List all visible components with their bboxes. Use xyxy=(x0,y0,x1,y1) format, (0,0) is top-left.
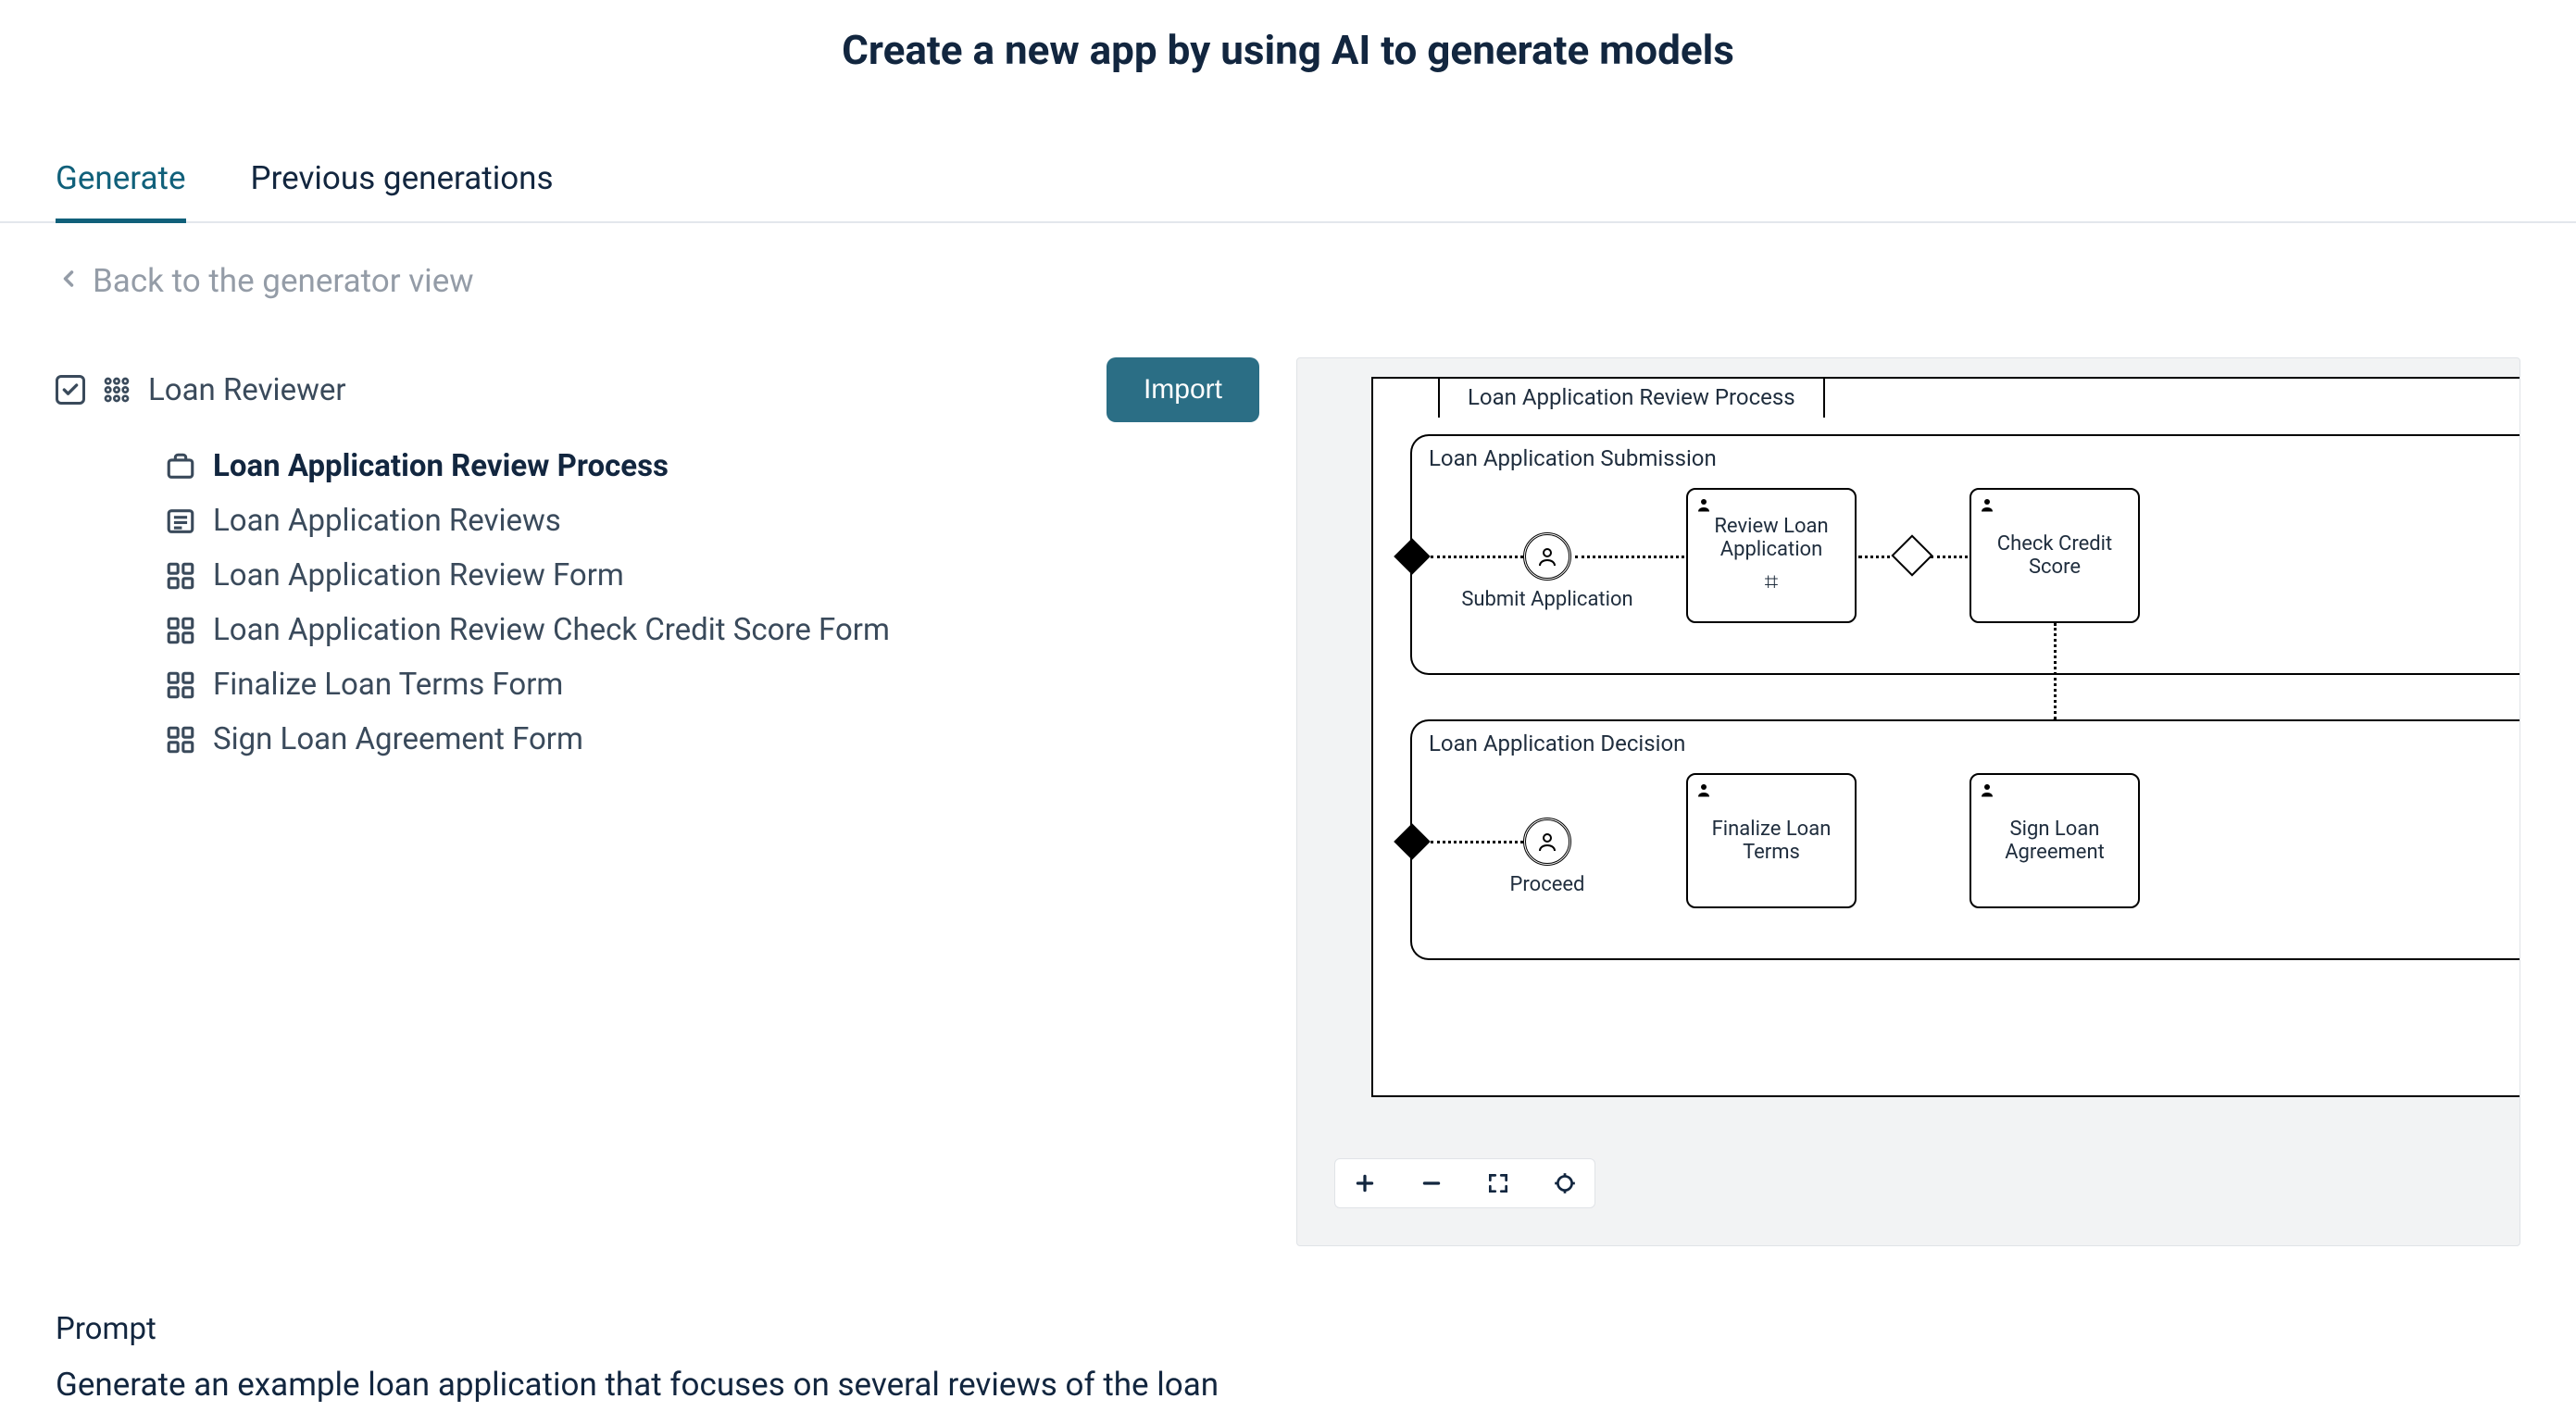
sequence-flow xyxy=(1431,841,1523,843)
task-review-loan-application[interactable]: Review Loan Application ⌗ xyxy=(1686,488,1857,623)
import-button[interactable]: Import xyxy=(1107,357,1259,422)
task-label: Check Credit Score xyxy=(1979,532,2131,579)
lane-submission: Loan Application Submission Submit Appli… xyxy=(1410,434,2520,675)
back-to-generator-link[interactable]: Back to the generator view xyxy=(0,223,2576,300)
list-icon xyxy=(165,506,196,537)
tree-item-label: Loan Application Reviews xyxy=(213,503,561,539)
start-event-icon xyxy=(1394,823,1431,860)
user-task-icon xyxy=(1695,495,1712,518)
tree-root-label: Loan Reviewer xyxy=(148,372,346,408)
tree-item[interactable]: Finalize Loan Terms Form xyxy=(165,657,1259,712)
task-check-credit-score[interactable]: Check Credit Score xyxy=(1970,488,2140,623)
user-task-icon xyxy=(1979,781,1995,804)
tree-item[interactable]: Sign Loan Agreement Form xyxy=(165,712,1259,767)
actor-label: Proceed xyxy=(1455,873,1640,896)
task-sign-loan-agreement[interactable]: Sign Loan Agreement xyxy=(1970,773,2140,908)
sequence-flow xyxy=(1431,556,1523,558)
form-icon xyxy=(165,560,196,592)
zoom-toolbar xyxy=(1334,1158,1595,1208)
zoom-out-icon[interactable] xyxy=(1417,1168,1446,1198)
subprocess-marker-icon: ⌗ xyxy=(1765,568,1779,597)
chevron-left-icon xyxy=(56,262,81,300)
task-label: Sign Loan Agreement xyxy=(1979,818,2131,864)
apps-grid-icon xyxy=(102,375,131,405)
lane-decision: Loan Application Decision Proceed Finali… xyxy=(1410,719,2520,960)
tree-item-label: Sign Loan Agreement Form xyxy=(213,721,583,757)
task-label: Finalize Loan Terms xyxy=(1695,818,1847,864)
prompt-section: Prompt Generate an example loan applicat… xyxy=(0,1246,2576,1404)
tree-item-label: Finalize Loan Terms Form xyxy=(213,667,563,703)
tree-item-label: Loan Application Review Process xyxy=(213,448,669,484)
tree-item-label: Loan Application Review Check Credit Sco… xyxy=(213,612,890,648)
recenter-icon[interactable] xyxy=(1550,1168,1580,1198)
tree-item-label: Loan Application Review Form xyxy=(213,557,624,593)
actor-icon xyxy=(1523,532,1571,581)
model-tree: Loan Reviewer Import Loan Application Re… xyxy=(56,357,1259,1246)
tab-previous-generations[interactable]: Previous generations xyxy=(251,159,554,221)
user-task-icon xyxy=(1695,781,1712,804)
process-panel: Loan Application Review Process Loan App… xyxy=(1371,377,2520,1097)
user-task-icon xyxy=(1979,495,1995,518)
start-event-icon xyxy=(1394,538,1431,575)
gateway-icon xyxy=(1891,534,1932,576)
back-link-label: Back to the generator view xyxy=(93,262,474,300)
page-title: Create a new app by using AI to generate… xyxy=(0,0,2576,74)
actor-label: Submit Application xyxy=(1455,588,1640,611)
prompt-text: Generate an example loan application tha… xyxy=(56,1366,2520,1404)
form-icon xyxy=(165,724,196,756)
lane-title: Loan Application Decision xyxy=(1429,731,1685,756)
tree-item[interactable]: Loan Application Review Form xyxy=(165,548,1259,603)
prompt-label: Prompt xyxy=(56,1311,2520,1347)
fullscreen-icon[interactable] xyxy=(1483,1168,1513,1198)
briefcase-icon xyxy=(165,451,196,482)
form-icon xyxy=(165,669,196,701)
sequence-flow xyxy=(1931,556,1968,558)
zoom-in-icon[interactable] xyxy=(1350,1168,1380,1198)
tree-item[interactable]: Loan Application Review Check Credit Sco… xyxy=(165,603,1259,657)
tree-root-row[interactable]: Loan Reviewer Import xyxy=(56,357,1259,422)
tree-item[interactable]: Loan Application Review Process xyxy=(165,439,1259,493)
form-icon xyxy=(165,615,196,646)
task-finalize-loan-terms[interactable]: Finalize Loan Terms xyxy=(1686,773,1857,908)
diagram-canvas[interactable]: Loan Application Review Process Loan App… xyxy=(1296,357,2520,1246)
task-label: Review Loan Application xyxy=(1695,515,1847,561)
process-title-tab: Loan Application Review Process xyxy=(1438,377,1825,418)
sequence-flow xyxy=(2054,623,2057,731)
tabs: Generate Previous generations xyxy=(0,74,2576,223)
tab-generate[interactable]: Generate xyxy=(56,159,186,221)
sequence-flow xyxy=(1575,556,1684,558)
lane-title: Loan Application Submission xyxy=(1429,445,1717,471)
tree-item[interactable]: Loan Application Reviews xyxy=(165,493,1259,548)
checkbox-icon[interactable] xyxy=(56,375,85,405)
actor-icon xyxy=(1523,818,1571,866)
